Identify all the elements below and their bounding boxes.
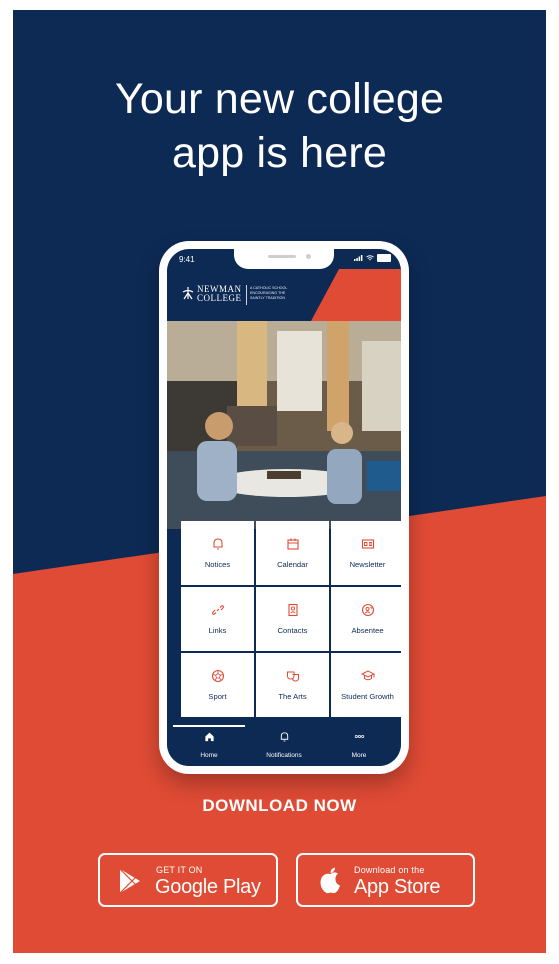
tile-contacts[interactable]: Contacts xyxy=(256,587,329,651)
store-name: Google Play xyxy=(155,876,261,898)
bell-icon xyxy=(212,538,223,550)
store-name: App Store xyxy=(354,876,441,898)
tile-calendar[interactable]: Calendar xyxy=(256,521,329,585)
front-camera xyxy=(306,254,311,259)
college-logo-icon xyxy=(182,287,194,300)
tab-more[interactable]: More xyxy=(320,731,398,762)
tile-sport[interactable]: Sport xyxy=(181,653,254,717)
more-dots-icon xyxy=(354,735,364,738)
phone-screen: NEWMAN COLLEGE A CATHOLIC SCHOOL ENCOURA… xyxy=(167,249,401,766)
tile-label: Newsletter xyxy=(349,560,386,569)
bell-icon xyxy=(280,732,288,742)
ball-icon xyxy=(211,669,224,683)
phone-notch xyxy=(234,249,334,269)
library-photo xyxy=(167,321,401,529)
graduation-cap-icon xyxy=(360,670,375,681)
apple-icon xyxy=(320,867,340,894)
tile-newsletter[interactable]: Newsletter xyxy=(331,521,401,585)
tile-label: Links xyxy=(208,626,227,635)
app-header: NEWMAN COLLEGE A CATHOLIC SCHOOL ENCOURA… xyxy=(167,269,401,321)
logo-divider xyxy=(246,285,247,305)
wifi-icon xyxy=(366,255,374,261)
college-logo-text: NEWMAN COLLEGE xyxy=(197,284,242,303)
status-time: 9:41 xyxy=(179,255,195,264)
promo-poster: Your new college app is here NEWMAN COLL… xyxy=(13,10,546,953)
status-icons xyxy=(354,254,391,262)
newsletter-icon xyxy=(361,539,374,549)
tile-the-arts[interactable]: The Arts xyxy=(256,653,329,717)
tile-label: Notices xyxy=(204,560,231,569)
google-play-icon xyxy=(119,868,140,894)
theatre-masks-icon xyxy=(286,671,299,682)
link-icon xyxy=(211,605,224,615)
bottom-tab-bar: Home Notifications More xyxy=(167,725,401,766)
contact-card-icon xyxy=(287,603,298,617)
google-play-button[interactable]: GET IT ON Google Play xyxy=(98,853,278,907)
tile-student-growth[interactable]: Student Growth xyxy=(331,653,401,717)
tile-absentee[interactable]: Absentee xyxy=(331,587,401,651)
feature-grid: Notices Calendar Newsletter Links Contac… xyxy=(181,521,401,721)
tile-links[interactable]: Links xyxy=(181,587,254,651)
absentee-icon xyxy=(361,603,374,617)
phone-mockup: NEWMAN COLLEGE A CATHOLIC SCHOOL ENCOURA… xyxy=(159,241,409,774)
tab-label: More xyxy=(351,752,367,759)
tile-label: The Arts xyxy=(278,692,307,701)
tile-label: Calendar xyxy=(277,560,308,569)
header-accent-shape xyxy=(311,269,401,321)
store-small-text: Download on the xyxy=(354,865,425,875)
tile-label: Student Growth xyxy=(341,692,394,701)
download-now-heading: DOWNLOAD NOW xyxy=(202,796,357,815)
headline-line-2: app is here xyxy=(172,129,387,177)
store-small-text: GET IT ON xyxy=(156,865,203,875)
tab-label: Notifications xyxy=(266,752,302,759)
calendar-icon xyxy=(286,538,299,550)
speaker-grille xyxy=(268,255,296,258)
battery-icon xyxy=(377,254,391,262)
app-store-button[interactable]: Download on the App Store xyxy=(296,853,475,907)
tile-label: Contacts xyxy=(277,626,308,635)
tab-notifications[interactable]: Notifications xyxy=(245,731,323,762)
home-icon xyxy=(204,732,214,742)
tab-home[interactable]: Home xyxy=(170,731,248,762)
tab-label: Home xyxy=(200,752,218,759)
tile-label: Sport xyxy=(208,692,227,701)
headline: Your new college app is here xyxy=(13,72,546,180)
tile-label: Absentee xyxy=(351,626,384,635)
signal-icon xyxy=(354,255,363,261)
headline-line-1: Your new college xyxy=(114,75,445,123)
active-tab-indicator xyxy=(173,725,245,727)
tile-notices[interactable]: Notices xyxy=(181,521,254,585)
college-tagline: A CATHOLIC SCHOOL ENCOURAGING THE SAINTL… xyxy=(250,286,288,300)
